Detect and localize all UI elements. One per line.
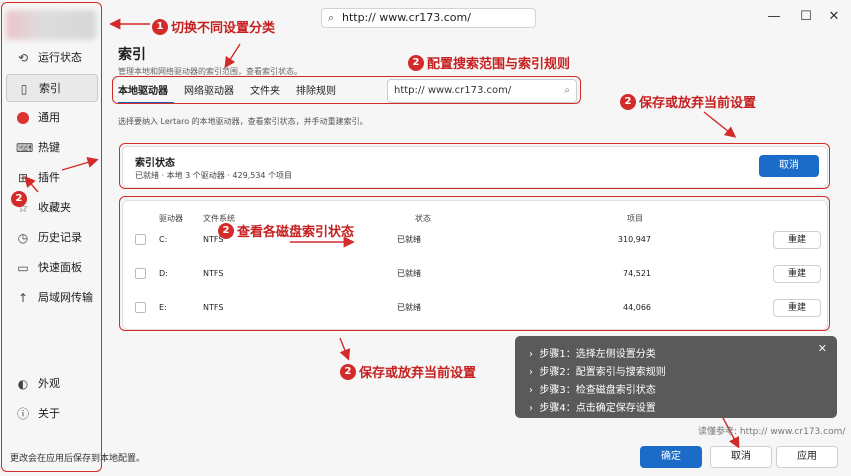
step-item: › 步骤1：选择左侧设置分类: [529, 349, 656, 360]
watermark: 读懂参考: http:// www.cr173.com/: [698, 427, 846, 437]
step-item: › 步骤2：配置索引与搜索规则: [529, 367, 666, 378]
close-icon[interactable]: ✕: [818, 342, 827, 355]
settings-window: ⌕ http:// www.cr173.com/ — ☐ ✕ ⟲ 运行状态 ▯ …: [0, 0, 851, 476]
step-item: › 步骤3：检查磁盘索引状态: [529, 385, 656, 396]
step-item: › 步骤4：点击确定保存设置: [529, 403, 656, 414]
steps-panel: ✕ › 步骤1：选择左侧设置分类 › 步骤2：配置索引与搜索规则 › 步骤3：检…: [515, 336, 837, 418]
